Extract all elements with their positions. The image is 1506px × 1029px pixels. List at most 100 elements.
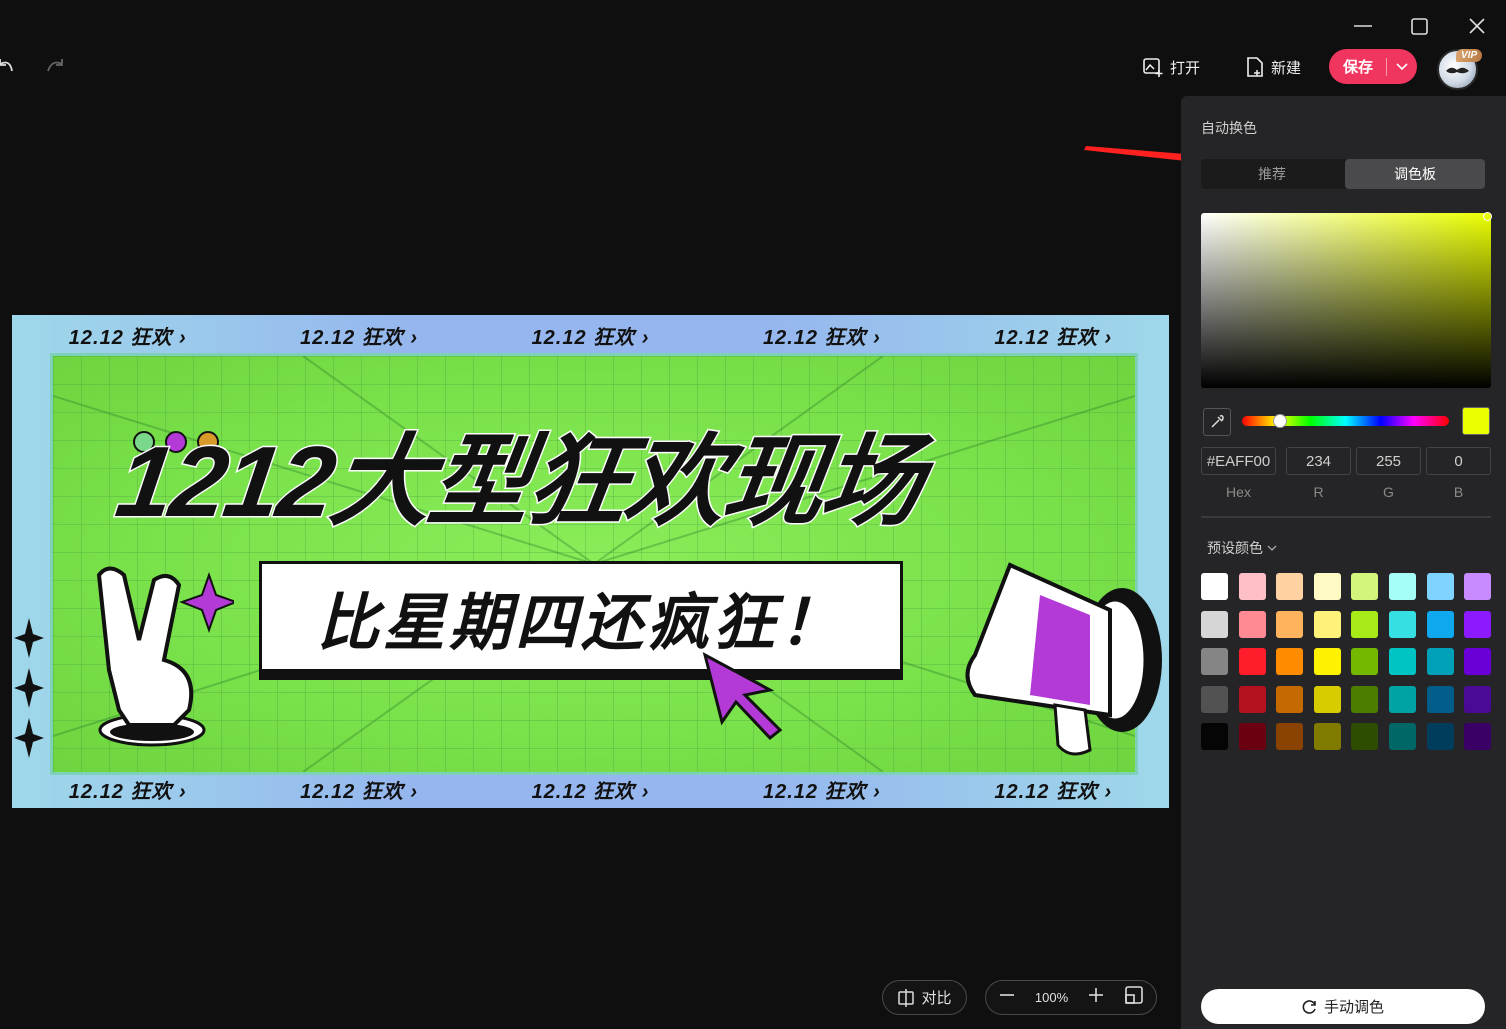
r-label: R [1313,484,1324,500]
preset-swatch[interactable] [1426,685,1454,713]
banner-subline-box: 比星期四还疯狂！ [259,561,903,672]
preset-swatch[interactable] [1388,573,1416,600]
zoom-controls: 100% [985,980,1157,1015]
maximize-button[interactable] [1407,14,1431,38]
save-label: 保存 [1343,59,1374,76]
preset-swatch[interactable] [1238,648,1266,676]
r-input[interactable]: 234 [1286,447,1351,475]
new-file-icon [1247,57,1263,77]
preset-swatch[interactable] [1276,610,1304,638]
strip-item: 12.12 狂欢 › [300,326,418,349]
mode-tabs: 推荐 调色板 [1201,159,1485,189]
current-color-swatch [1462,407,1490,435]
strip-item: 12.12 狂欢 › [762,780,881,803]
close-icon [1469,18,1485,34]
peace-hand-icon [96,566,234,747]
eyedropper-button[interactable] [1203,408,1231,436]
minus-icon [1000,994,1014,996]
bottom-strip: 12.12 狂欢 › 12.12 狂欢 › 12.12 狂欢 › 12.12 狂… [12,771,1169,807]
vip-badge: VIP [1456,49,1483,62]
b-input[interactable]: 0 [1426,447,1491,475]
preset-swatch[interactable] [1313,685,1341,713]
preset-swatch[interactable] [1201,685,1228,713]
g-input[interactable]: 255 [1356,447,1421,475]
manual-adjust-button[interactable]: 手动调色 [1201,989,1485,1024]
strip-item: 12.12 狂欢 › [531,780,650,803]
preset-swatch[interactable] [1313,573,1341,600]
top-strip: 12.12 狂欢 › 12.12 狂欢 › 12.12 狂欢 › 12.12 狂… [12,317,1169,353]
g-label: G [1383,484,1394,500]
preset-swatch[interactable] [1388,723,1416,751]
preset-swatch[interactable] [1276,573,1304,600]
preset-swatch[interactable] [1426,573,1454,600]
cursor-arrow-icon [702,652,783,740]
preset-swatch[interactable] [1238,723,1266,751]
preset-swatch[interactable] [1276,648,1304,676]
preset-swatch[interactable] [1313,610,1341,638]
preset-swatch[interactable] [1201,610,1228,638]
picker-handle[interactable] [1483,212,1492,221]
preset-swatch[interactable] [1388,648,1416,676]
hex-label: Hex [1226,484,1251,500]
preset-swatch[interactable] [1238,573,1266,600]
sparkle-stars-icon [14,618,44,758]
redo-button[interactable] [44,55,66,77]
preset-swatch[interactable] [1426,648,1454,676]
preset-swatch[interactable] [1201,648,1228,676]
preset-swatch[interactable] [1238,610,1266,638]
open-button[interactable]: 打开 [1142,52,1200,82]
strip-item: 12.12 狂欢 › [300,780,418,803]
tab-recommend[interactable]: 推荐 [1201,159,1343,189]
new-button[interactable]: 新建 [1245,52,1301,82]
refresh-icon [1302,999,1316,1014]
hex-input[interactable]: #EAFF00 [1201,447,1276,475]
preset-swatch[interactable] [1351,610,1379,638]
preset-swatch[interactable] [1464,723,1492,751]
open-label: 打开 [1170,59,1201,77]
saturation-value-picker[interactable] [1201,213,1491,388]
chevron-down-icon [1267,545,1277,551]
undo-icon [0,59,13,72]
fit-screen-icon [1125,986,1143,1004]
preset-swatch[interactable] [1276,685,1304,713]
strip-item: 12.12 狂欢 › [68,326,187,349]
minimize-button[interactable] [1351,14,1375,38]
undo-button[interactable] [0,55,18,77]
preset-swatch[interactable] [1464,573,1492,600]
compare-icon [898,988,915,1007]
close-button[interactable] [1465,14,1489,38]
preset-swatch[interactable] [1388,610,1416,638]
maximize-icon [1411,18,1428,35]
zoom-out-button[interactable] [998,986,1016,1009]
preset-swatch[interactable] [1201,573,1228,600]
preset-swatch[interactable] [1464,648,1492,676]
preset-swatch[interactable] [1426,610,1454,638]
minimize-icon [1354,25,1372,27]
tab-palette[interactable]: 调色板 [1345,159,1485,189]
plus-icon [1089,988,1104,1002]
preset-swatch[interactable] [1313,723,1341,751]
zoom-level: 100% [1034,990,1069,1005]
preset-swatch[interactable] [1313,648,1341,676]
preset-swatch[interactable] [1351,685,1379,713]
preset-swatch-grid [1201,573,1492,751]
zoom-in-button[interactable] [1087,986,1105,1009]
presets-toggle[interactable]: 预设颜色 [1207,538,1277,558]
preset-swatch[interactable] [1464,685,1492,713]
save-button[interactable]: 保存 [1329,49,1417,84]
fit-screen-button[interactable] [1124,985,1144,1010]
compare-button[interactable]: 对比 [882,980,967,1015]
b-label: B [1453,484,1464,500]
preset-swatch[interactable] [1388,685,1416,713]
preset-swatch[interactable] [1238,685,1266,713]
preset-swatch[interactable] [1426,723,1454,751]
preset-swatch[interactable] [1351,723,1379,751]
preset-swatch[interactable] [1351,648,1379,676]
preset-swatch[interactable] [1464,610,1492,638]
preset-swatch[interactable] [1351,573,1379,600]
strip-item: 12.12 狂欢 › [68,780,187,803]
strip-item: 12.12 狂欢 › [531,326,650,349]
preset-swatch[interactable] [1201,723,1228,751]
save-dropdown-button[interactable] [1387,62,1417,71]
preset-swatch[interactable] [1276,723,1304,751]
